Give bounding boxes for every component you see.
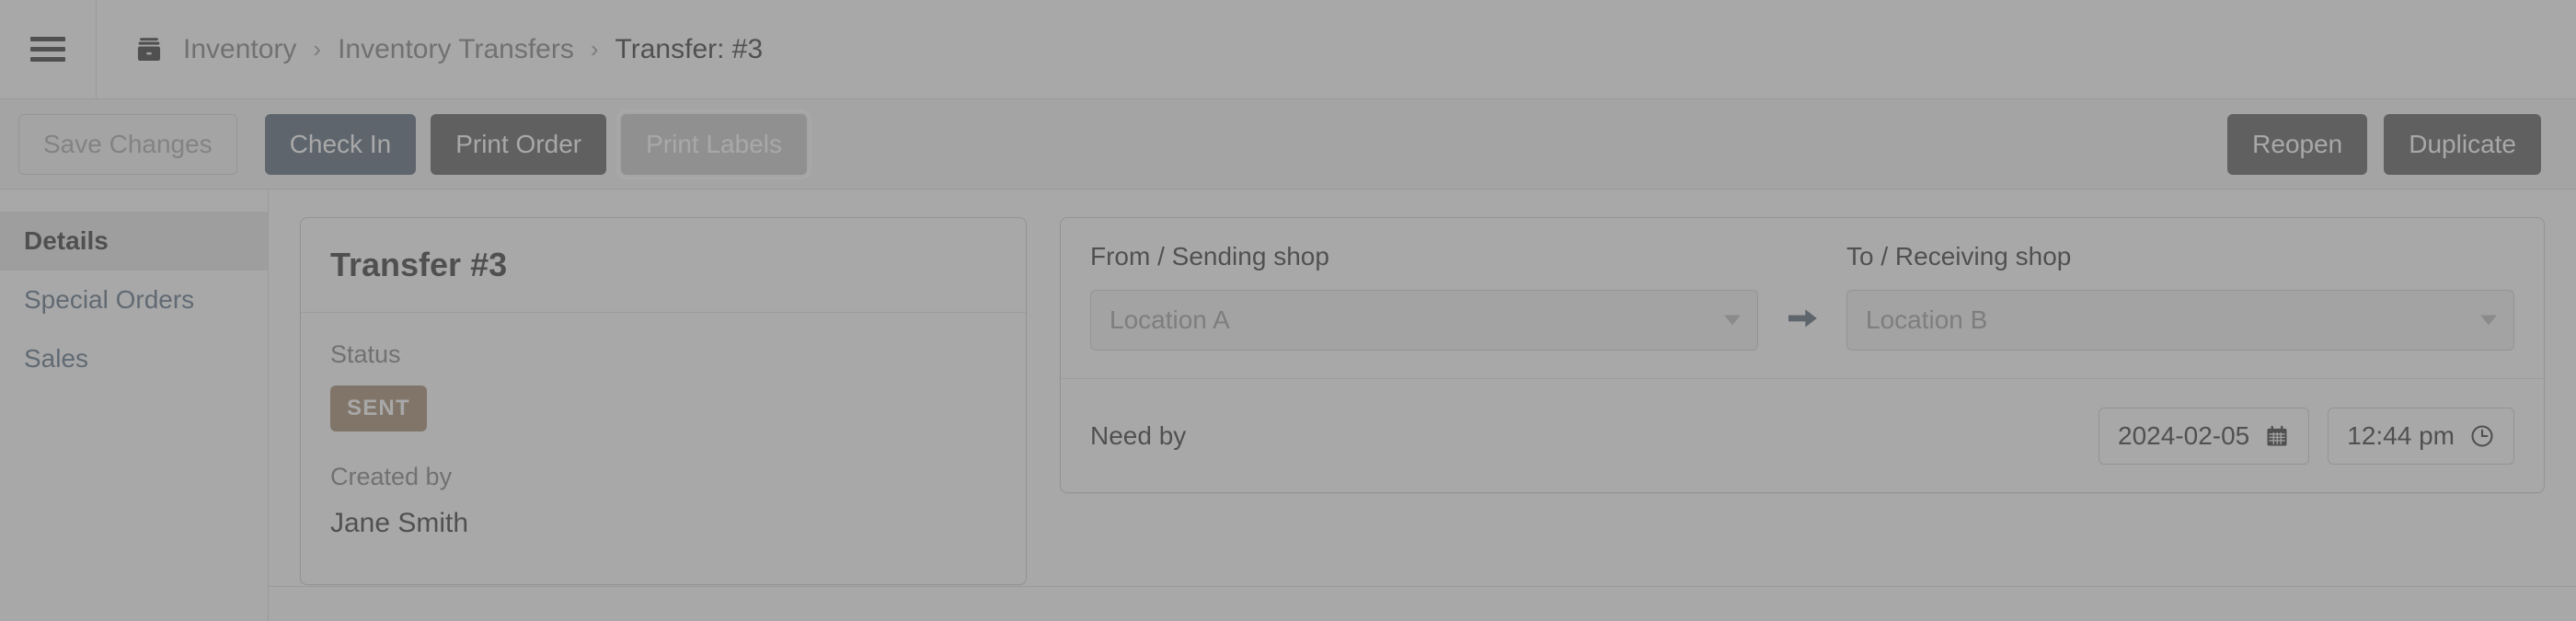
field-spacer bbox=[330, 431, 996, 463]
save-changes-button[interactable]: Save Changes bbox=[18, 113, 237, 175]
transfer-summary-card: Transfer #3 Status SENT Created by Jane … bbox=[300, 217, 1027, 585]
sidebar-item-special-orders[interactable]: Special Orders bbox=[0, 270, 268, 329]
duplicate-button[interactable]: Duplicate bbox=[2384, 113, 2541, 175]
need-by-time-value: 12:44 pm bbox=[2347, 420, 2455, 450]
breadcrumb: Inventory › Inventory Transfers › Transf… bbox=[97, 34, 763, 65]
breadcrumb-item-current: Transfer: #3 bbox=[615, 33, 764, 64]
created-by-value: Jane Smith bbox=[330, 508, 469, 538]
transfer-direction bbox=[1758, 290, 1846, 351]
content-area: Transfer #3 Status SENT Created by Jane … bbox=[269, 190, 2576, 621]
breadcrumb-item-inventory[interactable]: Inventory bbox=[183, 34, 296, 65]
check-in-button[interactable]: Check In bbox=[264, 113, 417, 175]
status-label: Status bbox=[330, 340, 401, 368]
to-shop-group: To / Receiving shop Location B bbox=[1846, 242, 2514, 351]
sidebar-item-sales[interactable]: Sales bbox=[0, 329, 268, 388]
transfer-card-header: Transfer #3 bbox=[301, 218, 1026, 313]
hamburger-menu-button[interactable] bbox=[0, 0, 97, 99]
sidebar-item-details[interactable]: Details bbox=[0, 212, 268, 270]
application-window: Inventory › Inventory Transfers › Transf… bbox=[0, 0, 2576, 621]
need-by-date-value: 2024-02-05 bbox=[2118, 420, 2250, 450]
breadcrumb-separator: › bbox=[590, 35, 599, 63]
to-shop-select[interactable]: Location B bbox=[1846, 290, 2514, 351]
transfer-card-body: Status SENT Created by Jane Smith bbox=[301, 313, 1026, 567]
app-header: Inventory › Inventory Transfers › Transf… bbox=[0, 0, 2576, 99]
need-by-inputs: 2024-02-05 12:44 pm bbox=[2099, 407, 2514, 465]
status-badge: SENT bbox=[330, 385, 427, 431]
print-order-button[interactable]: Print Order bbox=[431, 113, 607, 175]
inventory-box-icon bbox=[133, 34, 165, 65]
chevron-down-icon bbox=[1724, 315, 1741, 326]
toolbar-left-group: Save Changes Check In Print Order Print … bbox=[18, 109, 811, 179]
from-shop-select[interactable]: Location A bbox=[1090, 290, 1758, 351]
clock-icon[interactable] bbox=[2469, 423, 2495, 449]
calendar-icon[interactable] bbox=[2264, 423, 2290, 449]
to-shop-value: Location B bbox=[1866, 305, 1988, 334]
page-body: Details Special Orders Sales Transfer #3… bbox=[0, 190, 2576, 621]
need-by-row: Need by 2024-02-05 12:44 pm bbox=[1061, 379, 2544, 492]
shops-grid: From / Sending shop Location A To / Rece… bbox=[1090, 242, 2514, 351]
transfer-details-panel: From / Sending shop Location A To / Rece… bbox=[1060, 217, 2545, 493]
page-title: Transfer #3 bbox=[330, 246, 508, 283]
print-labels-button[interactable]: Print Labels bbox=[616, 109, 811, 179]
action-toolbar: Save Changes Check In Print Order Print … bbox=[0, 99, 2576, 190]
breadcrumb-item-inventory-transfers[interactable]: Inventory Transfers bbox=[338, 34, 574, 65]
need-by-label: Need by bbox=[1090, 420, 1187, 450]
from-shop-label: From / Sending shop bbox=[1090, 242, 1329, 270]
chevron-down-icon bbox=[2480, 315, 2497, 326]
toolbar-right-group: Reopen Duplicate bbox=[2227, 113, 2558, 175]
need-by-date-input[interactable]: 2024-02-05 bbox=[2099, 407, 2310, 465]
need-by-time-input[interactable]: 12:44 pm bbox=[2328, 407, 2514, 465]
sidebar-nav: Details Special Orders Sales bbox=[0, 190, 269, 621]
reopen-button[interactable]: Reopen bbox=[2227, 113, 2368, 175]
content-bottom-divider bbox=[269, 586, 2576, 587]
shops-row: From / Sending shop Location A To / Rece… bbox=[1061, 218, 2544, 379]
to-shop-label: To / Receiving shop bbox=[1846, 242, 2072, 270]
hamburger-menu-icon bbox=[30, 37, 65, 62]
from-shop-value: Location A bbox=[1110, 305, 1230, 334]
breadcrumb-separator: › bbox=[313, 35, 322, 63]
created-by-label: Created by bbox=[330, 463, 453, 490]
from-shop-group: From / Sending shop Location A bbox=[1090, 242, 1758, 351]
arrow-right-icon bbox=[1784, 300, 1821, 341]
